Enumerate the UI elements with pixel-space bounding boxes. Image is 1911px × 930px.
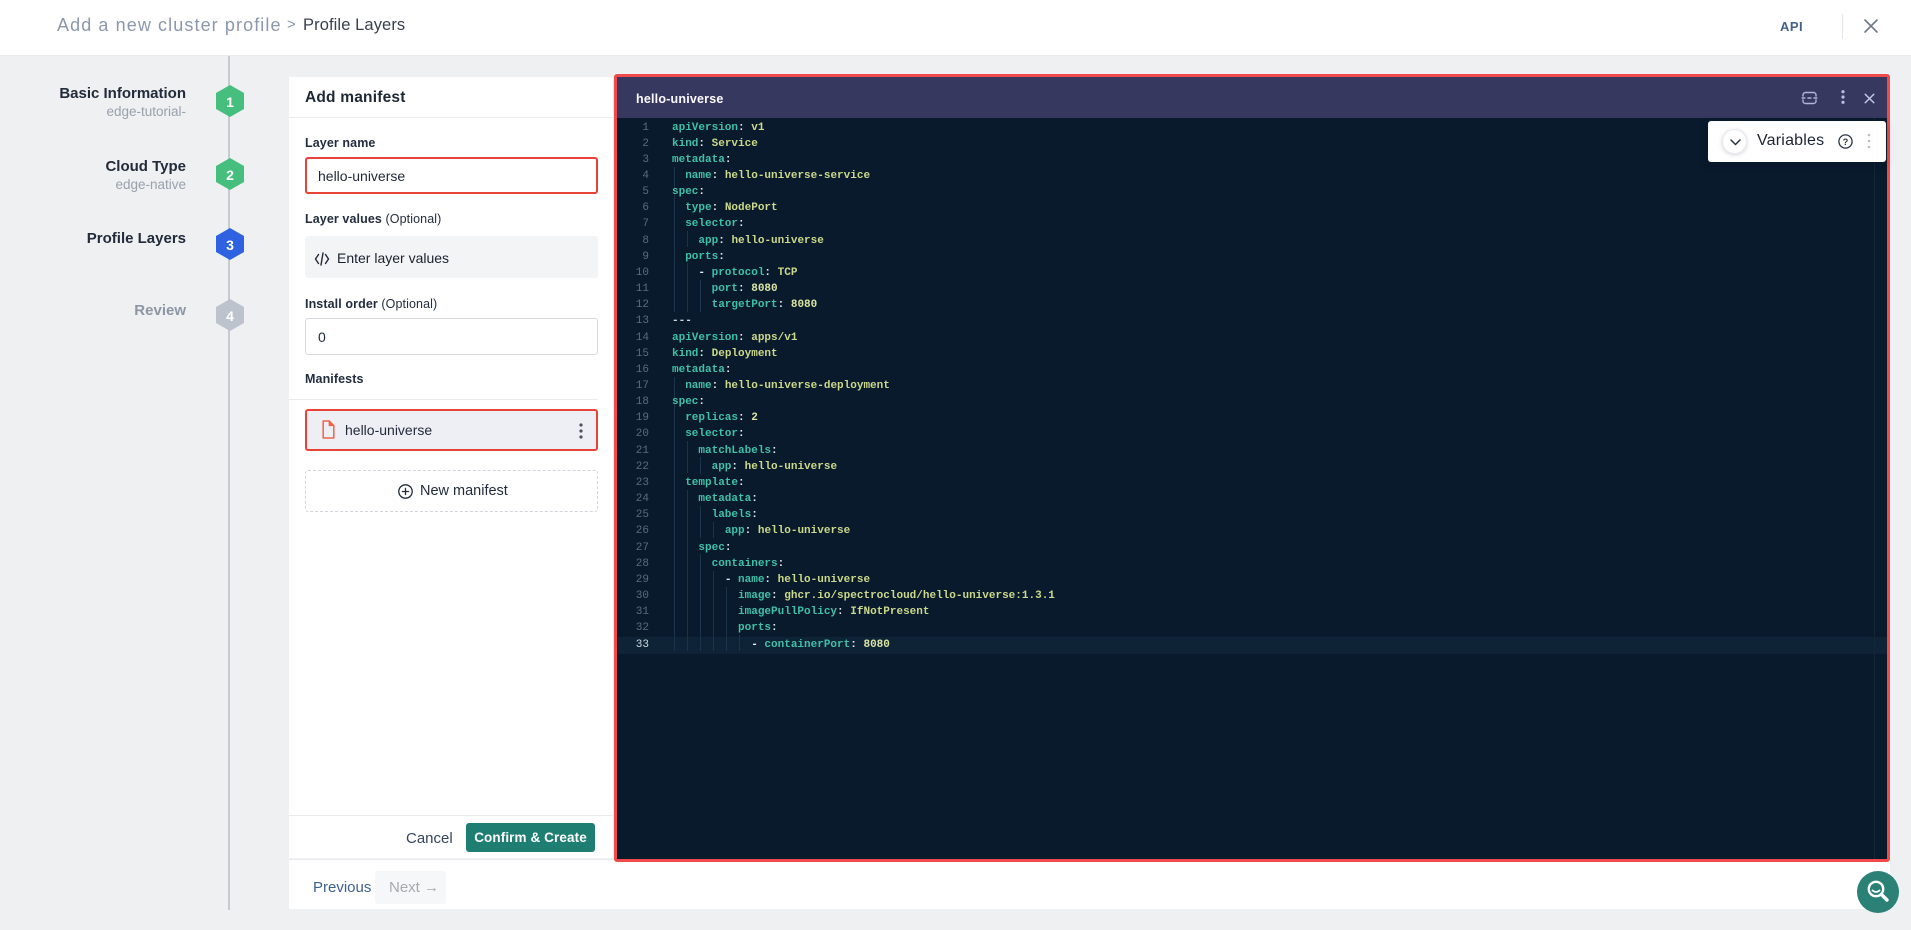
svg-text:?: ? <box>1843 137 1849 147</box>
